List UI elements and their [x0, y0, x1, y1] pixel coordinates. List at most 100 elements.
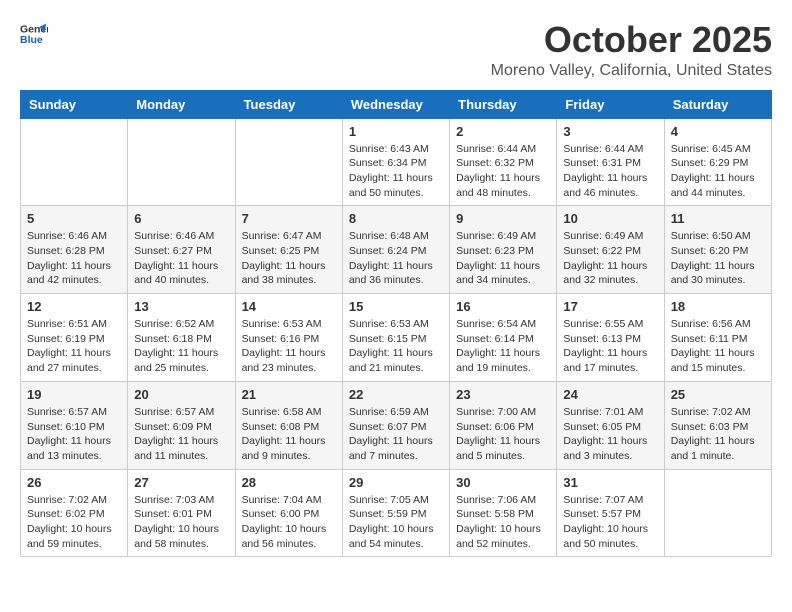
week-row-3: 12 Sunrise: 6:51 AM Sunset: 6:19 PM Dayli…: [21, 294, 772, 382]
calendar-cell: 3Sunrise: 6:44 AM Sunset: 6:31 PM Daylig…: [557, 118, 664, 206]
calendar-cell: 1 Sunrise: 6:43 AM Sunset: 6:34 PM Daylig…: [342, 118, 449, 206]
calendar-cell: 17Sunrise: 6:55 AM Sunset: 6:13 PM Dayli…: [557, 294, 664, 382]
calendar-table: SundayMondayTuesdayWednesdayThursdayFrid…: [20, 90, 772, 558]
weekday-header-saturday: Saturday: [664, 90, 771, 118]
day-number: 23: [456, 387, 550, 402]
day-number: 19: [27, 387, 121, 402]
day-info: Sunrise: 6:49 AM Sunset: 6:22 PM Dayligh…: [563, 229, 657, 288]
logo-icon: General Blue: [20, 20, 48, 48]
calendar-cell: 24 Sunrise: 7:01 AM Sunset: 6:05 PM Dayli…: [557, 381, 664, 469]
day-number: 20: [134, 387, 228, 402]
calendar-cell: 31 Sunrise: 7:07 AM Sunset: 5:57 PM Dayli…: [557, 469, 664, 557]
weekday-header-monday: Monday: [128, 90, 235, 118]
day-info: Sunrise: 7:07 AM Sunset: 5:57 PM Dayligh…: [563, 493, 657, 552]
weekday-header-tuesday: Tuesday: [235, 90, 342, 118]
day-info: Sunrise: 6:53 AM Sunset: 6:15 PM Dayligh…: [349, 317, 443, 376]
calendar-cell: 30Sunrise: 7:06 AM Sunset: 5:58 PM Dayli…: [450, 469, 557, 557]
day-info: Sunrise: 7:02 AM Sunset: 6:03 PM Dayligh…: [671, 405, 765, 464]
location-title: Moreno Valley, California, United States: [491, 62, 772, 80]
calendar-cell: [128, 118, 235, 206]
day-number: 12: [27, 299, 121, 314]
calendar-cell: [664, 469, 771, 557]
calendar-cell: [235, 118, 342, 206]
calendar-cell: 22 Sunrise: 6:59 AM Sunset: 6:07 PM Dayli…: [342, 381, 449, 469]
week-row-2: 5 Sunrise: 6:46 AM Sunset: 6:28 PM Daylig…: [21, 206, 772, 294]
day-info: Sunrise: 6:53 AM Sunset: 6:16 PM Dayligh…: [242, 317, 336, 376]
day-number: 21: [242, 387, 336, 402]
week-row-1: 1 Sunrise: 6:43 AM Sunset: 6:34 PM Daylig…: [21, 118, 772, 206]
calendar-cell: 10 Sunrise: 6:49 AM Sunset: 6:22 PM Dayli…: [557, 206, 664, 294]
day-number: 8: [349, 211, 443, 226]
day-info: Sunrise: 6:43 AM Sunset: 6:34 PM Dayligh…: [349, 142, 443, 201]
calendar-cell: 23Sunrise: 7:00 AM Sunset: 6:06 PM Dayli…: [450, 381, 557, 469]
day-info: Sunrise: 6:58 AM Sunset: 6:08 PM Dayligh…: [242, 405, 336, 464]
day-info: Sunrise: 6:51 AM Sunset: 6:19 PM Dayligh…: [27, 317, 121, 376]
day-info: Sunrise: 7:06 AM Sunset: 5:58 PM Dayligh…: [456, 493, 550, 552]
day-info: Sunrise: 6:45 AM Sunset: 6:29 PM Dayligh…: [671, 142, 765, 201]
day-info: Sunrise: 6:48 AM Sunset: 6:24 PM Dayligh…: [349, 229, 443, 288]
weekday-header-thursday: Thursday: [450, 90, 557, 118]
month-title: October 2025: [491, 20, 772, 60]
day-number: 16: [456, 299, 550, 314]
day-number: 14: [242, 299, 336, 314]
day-number: 31: [563, 475, 657, 490]
day-number: 7: [242, 211, 336, 226]
calendar-cell: 7 Sunrise: 6:47 AM Sunset: 6:25 PM Daylig…: [235, 206, 342, 294]
day-number: 29: [349, 475, 443, 490]
day-number: 9: [456, 211, 550, 226]
day-info: Sunrise: 7:05 AM Sunset: 5:59 PM Dayligh…: [349, 493, 443, 552]
week-row-4: 19 Sunrise: 6:57 AM Sunset: 6:10 PM Dayli…: [21, 381, 772, 469]
day-info: Sunrise: 6:55 AM Sunset: 6:13 PM Dayligh…: [563, 317, 657, 376]
day-number: 10: [563, 211, 657, 226]
title-block: October 2025 Moreno Valley, California, …: [491, 20, 772, 80]
day-info: Sunrise: 6:50 AM Sunset: 6:20 PM Dayligh…: [671, 229, 765, 288]
day-info: Sunrise: 6:57 AM Sunset: 6:10 PM Dayligh…: [27, 405, 121, 464]
day-info: Sunrise: 6:54 AM Sunset: 6:14 PM Dayligh…: [456, 317, 550, 376]
calendar-cell: 6 Sunrise: 6:46 AM Sunset: 6:27 PM Daylig…: [128, 206, 235, 294]
day-number: 11: [671, 211, 765, 226]
day-number: 28: [242, 475, 336, 490]
day-number: 27: [134, 475, 228, 490]
day-number: 24: [563, 387, 657, 402]
day-number: 18: [671, 299, 765, 314]
weekday-header-sunday: Sunday: [21, 90, 128, 118]
day-number: 6: [134, 211, 228, 226]
day-number: 15: [349, 299, 443, 314]
weekday-header-wednesday: Wednesday: [342, 90, 449, 118]
calendar-cell: 16 Sunrise: 6:54 AM Sunset: 6:14 PM Dayli…: [450, 294, 557, 382]
day-number: 26: [27, 475, 121, 490]
weekday-header-row: SundayMondayTuesdayWednesdayThursdayFrid…: [21, 90, 772, 118]
calendar-cell: 29 Sunrise: 7:05 AM Sunset: 5:59 PM Dayli…: [342, 469, 449, 557]
day-info: Sunrise: 7:04 AM Sunset: 6:00 PM Dayligh…: [242, 493, 336, 552]
calendar-cell: 26 Sunrise: 7:02 AM Sunset: 6:02 PM Dayli…: [21, 469, 128, 557]
day-number: 5: [27, 211, 121, 226]
day-number: 22: [349, 387, 443, 402]
calendar-cell: 18Sunrise: 6:56 AM Sunset: 6:11 PM Dayli…: [664, 294, 771, 382]
calendar-cell: 9 Sunrise: 6:49 AM Sunset: 6:23 PM Daylig…: [450, 206, 557, 294]
calendar-cell: 11 Sunrise: 6:50 AM Sunset: 6:20 PM Dayli…: [664, 206, 771, 294]
day-info: Sunrise: 6:59 AM Sunset: 6:07 PM Dayligh…: [349, 405, 443, 464]
day-info: Sunrise: 6:46 AM Sunset: 6:27 PM Dayligh…: [134, 229, 228, 288]
day-info: Sunrise: 6:52 AM Sunset: 6:18 PM Dayligh…: [134, 317, 228, 376]
day-info: Sunrise: 6:46 AM Sunset: 6:28 PM Dayligh…: [27, 229, 121, 288]
svg-text:Blue: Blue: [20, 34, 43, 46]
calendar-cell: 5 Sunrise: 6:46 AM Sunset: 6:28 PM Daylig…: [21, 206, 128, 294]
week-row-5: 26 Sunrise: 7:02 AM Sunset: 6:02 PM Dayli…: [21, 469, 772, 557]
day-number: 1: [349, 124, 443, 139]
day-number: 13: [134, 299, 228, 314]
day-info: Sunrise: 7:02 AM Sunset: 6:02 PM Dayligh…: [27, 493, 121, 552]
day-number: 25: [671, 387, 765, 402]
day-info: Sunrise: 6:47 AM Sunset: 6:25 PM Dayligh…: [242, 229, 336, 288]
day-info: Sunrise: 6:49 AM Sunset: 6:23 PM Dayligh…: [456, 229, 550, 288]
calendar-cell: 12 Sunrise: 6:51 AM Sunset: 6:19 PM Dayli…: [21, 294, 128, 382]
day-info: Sunrise: 6:44 AM Sunset: 6:31 PM Dayligh…: [563, 142, 657, 201]
day-info: Sunrise: 6:57 AM Sunset: 6:09 PM Dayligh…: [134, 405, 228, 464]
calendar-cell: 2Sunrise: 6:44 AM Sunset: 6:32 PM Daylig…: [450, 118, 557, 206]
day-info: Sunrise: 7:03 AM Sunset: 6:01 PM Dayligh…: [134, 493, 228, 552]
day-info: Sunrise: 7:01 AM Sunset: 6:05 PM Dayligh…: [563, 405, 657, 464]
calendar-cell: 21 Sunrise: 6:58 AM Sunset: 6:08 PM Dayli…: [235, 381, 342, 469]
weekday-header-friday: Friday: [557, 90, 664, 118]
day-number: 4: [671, 124, 765, 139]
calendar-cell: 27 Sunrise: 7:03 AM Sunset: 6:01 PM Dayli…: [128, 469, 235, 557]
calendar-cell: 19 Sunrise: 6:57 AM Sunset: 6:10 PM Dayli…: [21, 381, 128, 469]
